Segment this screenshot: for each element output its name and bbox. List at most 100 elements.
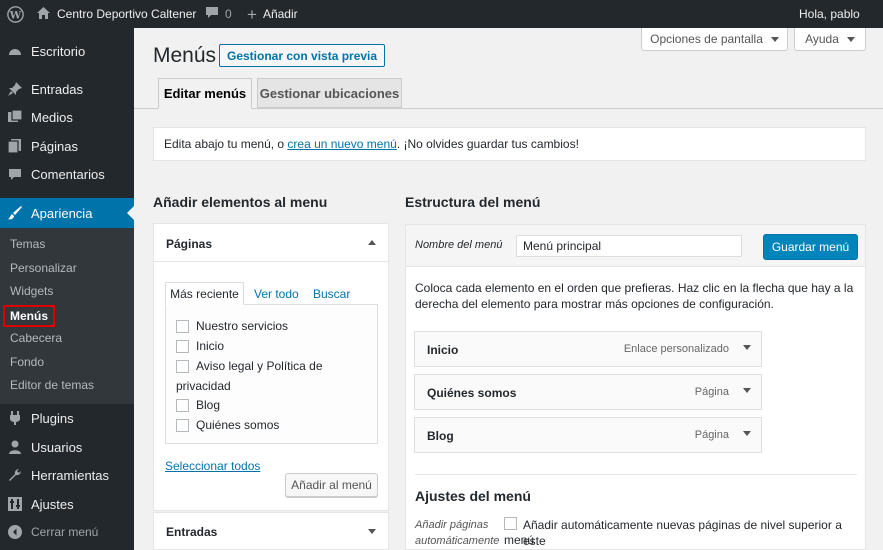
sidebar-item-apariencia[interactable]: Apariencia	[0, 198, 134, 228]
checkbox[interactable]	[176, 418, 189, 432]
pages-panel-header[interactable]: Páginas	[154, 224, 388, 262]
sidebar-item-label: Apariencia	[31, 205, 93, 221]
list-item[interactable]: Aviso legal y Política de	[176, 359, 323, 373]
checkbox[interactable]	[176, 319, 189, 333]
dashboard-icon	[8, 44, 22, 58]
sidebar-item-usuarios[interactable]: Usuarios	[0, 433, 134, 461]
sidebar-collapse[interactable]: Cerrar menú	[0, 518, 134, 546]
sidebar-item-label: Ajustes	[31, 496, 74, 512]
checkbox[interactable]	[176, 339, 189, 353]
user-icon	[8, 440, 22, 454]
tab-most-recent[interactable]: Más reciente	[165, 282, 244, 305]
sidebar-item-label: Herramientas	[31, 467, 110, 483]
auto-add-text: Añadir automáticamente nuevas páginas de…	[523, 517, 865, 549]
menu-name-input[interactable]	[516, 235, 742, 257]
pin-icon	[8, 82, 22, 96]
auto-add-text-line: menú	[504, 533, 535, 547]
auto-add-label-line: automáticamente	[415, 535, 500, 547]
screen-options-label: Opciones de pantalla	[650, 32, 763, 46]
page-title: Menús	[153, 44, 217, 67]
auto-add-text-line: Añadir automáticamente nuevas páginas de…	[523, 518, 842, 548]
comments-count: 0	[225, 7, 232, 21]
auto-add-checkbox[interactable]	[504, 517, 517, 530]
sidebar-item-escritorio[interactable]: Escritorio	[0, 37, 134, 65]
media-icon	[8, 110, 22, 124]
sidebar-item-paginas[interactable]: Páginas	[0, 132, 134, 160]
submenu-item-editor-de-temas[interactable]: Editor de temas	[10, 376, 94, 394]
notice-text-end: . ¡No olvides guardar tus cambios!	[396, 137, 579, 151]
menu-item-type: Enlace personalizado	[623, 343, 729, 355]
page-item-label: Aviso legal y Política de	[196, 359, 323, 373]
list-item[interactable]: Quiénes somos	[176, 418, 279, 432]
new-content-link[interactable]: + Añadir	[247, 0, 298, 28]
checkbox[interactable]	[176, 398, 189, 412]
submenu-item-fondo[interactable]: Fondo	[10, 353, 44, 371]
site-home-link[interactable]: Centro Deportivo Caltener	[37, 0, 196, 28]
home-icon	[37, 6, 50, 22]
page-item-label: Inicio	[196, 339, 225, 353]
chevron-down-icon	[770, 36, 779, 42]
comment-icon	[205, 6, 219, 22]
auto-add-label: Añadir páginas automáticamente	[415, 517, 499, 549]
sidebar-item-medios[interactable]: Medios	[0, 103, 134, 131]
chevron-down-icon[interactable]	[368, 529, 376, 534]
menu-item[interactable]: Blog Página	[414, 417, 762, 453]
pages-panel: Páginas Más reciente Ver todo Buscar Nue…	[153, 223, 389, 511]
posts-panel[interactable]: Entradas	[153, 512, 389, 550]
menu-item-title: Quiénes somos	[427, 386, 517, 400]
menu-instructions: Coloca cada elemento en el orden que pre…	[415, 280, 853, 312]
plus-icon: +	[247, 4, 257, 24]
menu-structure-heading: Estructura del menú	[405, 194, 541, 210]
collapse-icon	[8, 525, 22, 539]
paintbrush-icon	[8, 206, 22, 220]
page-item-label-cont: privacidad	[176, 379, 231, 393]
chevron-down-icon[interactable]	[743, 345, 751, 350]
active-arrow	[127, 206, 134, 220]
tab-edit-menus[interactable]: Editar menús	[158, 78, 252, 109]
help-button[interactable]: Ayuda	[794, 28, 866, 51]
menu-item[interactable]: Quiénes somos Página	[414, 374, 762, 410]
sidebar-item-herramientas[interactable]: Herramientas	[0, 461, 134, 489]
sidebar-item-plugins[interactable]: Plugins	[0, 404, 134, 432]
list-item[interactable]: Nuestro servicios	[176, 319, 288, 333]
wordpress-logo-icon[interactable]: W	[7, 0, 24, 28]
chevron-down-icon[interactable]	[743, 388, 751, 393]
comments-link[interactable]: 0	[205, 0, 232, 28]
divider	[415, 474, 857, 475]
menu-item-title: Blog	[427, 429, 454, 443]
sidebar-item-entradas[interactable]: Entradas	[0, 75, 134, 103]
page-item-label: Nuestro servicios	[196, 319, 289, 333]
list-item[interactable]: Blog	[176, 398, 220, 412]
notice-text: Edita abajo tu menú, o	[164, 137, 288, 151]
menu-item-type: Página	[694, 386, 729, 398]
submenu-item-widgets[interactable]: Widgets	[10, 282, 53, 300]
manage-with-preview-button[interactable]: Gestionar con vista previa	[219, 44, 386, 67]
wrench-icon	[8, 468, 22, 482]
menu-name-label: Nombre del menú	[415, 239, 503, 251]
new-label: Añadir	[262, 7, 298, 21]
save-menu-button[interactable]: Guardar menú	[763, 234, 858, 260]
submenu-item-menus[interactable]: Menús	[3, 305, 56, 327]
tab-search[interactable]: Buscar	[313, 287, 350, 301]
tab-view-all[interactable]: Ver todo	[254, 287, 299, 301]
chevron-down-icon[interactable]	[743, 431, 751, 436]
submenu-item-personalizar[interactable]: Personalizar	[10, 259, 77, 277]
submenu-item-temas[interactable]: Temas	[10, 235, 45, 253]
create-new-menu-link[interactable]: crea un nuevo menú	[287, 137, 396, 151]
checkbox[interactable]	[176, 359, 189, 373]
chevron-up-icon[interactable]	[368, 240, 376, 245]
add-items-heading: Añadir elementos al menu	[153, 194, 328, 210]
submenu-item-cabecera[interactable]: Cabecera	[10, 329, 62, 347]
menu-item[interactable]: Inicio Enlace personalizado	[414, 331, 762, 367]
select-all-link[interactable]: Seleccionar todos	[165, 459, 260, 473]
add-to-menu-button[interactable]: Añadir al menú	[285, 473, 378, 497]
user-greeting[interactable]: Hola, pablo	[799, 0, 860, 28]
sidebar-item-label: Usuarios	[31, 439, 83, 455]
list-item[interactable]: Inicio	[176, 339, 224, 353]
sidebar-item-ajustes[interactable]: Ajustes	[0, 490, 134, 518]
sidebar-item-label: Cerrar menú	[31, 525, 99, 539]
svg-text:W: W	[9, 9, 22, 21]
sidebar-item-comentarios[interactable]: Comentarios	[0, 160, 134, 188]
screen-options-button[interactable]: Opciones de pantalla	[641, 28, 788, 51]
tab-manage-locations[interactable]: Gestionar ubicaciones	[257, 78, 402, 108]
